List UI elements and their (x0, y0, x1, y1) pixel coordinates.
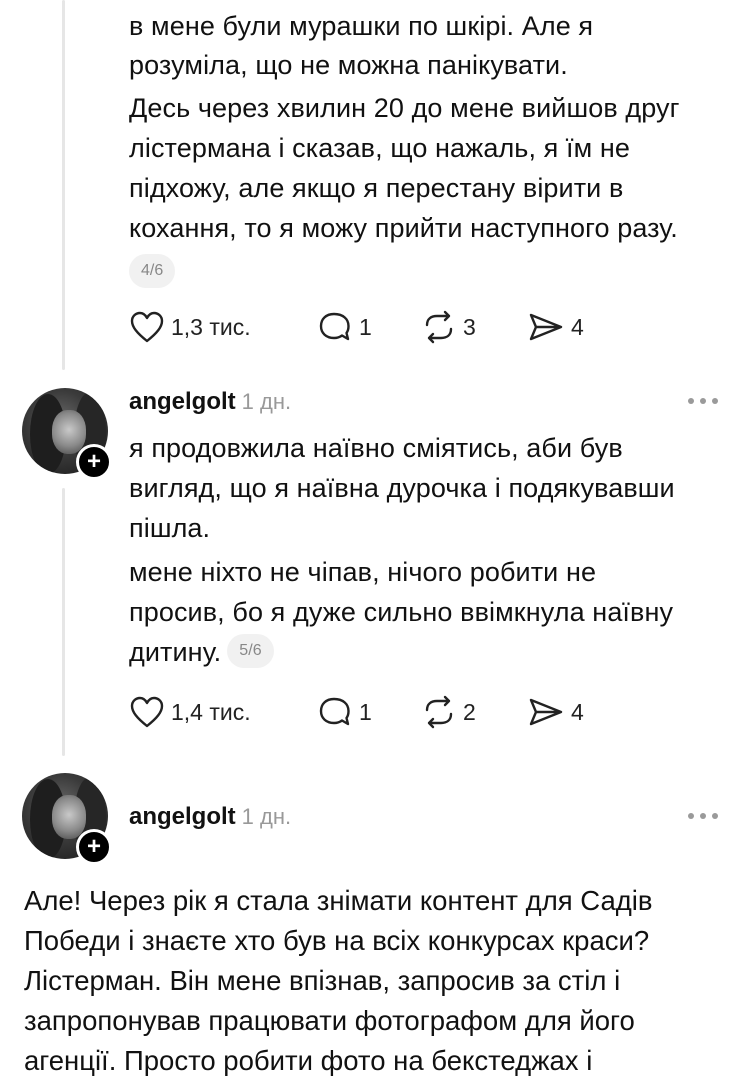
post-text-line: дитину. (129, 637, 222, 667)
username[interactable]: angelgolt (129, 388, 236, 415)
post-text-line: Лістерман. Він мене впізнав, запросив за… (24, 965, 621, 996)
action-bar: 1,4 тис. 1 2 4 (129, 692, 599, 732)
repost-count: 2 (463, 698, 476, 725)
comment-icon (319, 312, 350, 341)
post-text-line: просив, бо я дуже сильно ввімкнула наївн… (129, 597, 674, 627)
share-button[interactable]: 4 (527, 307, 584, 347)
timestamp: 1 дн. (241, 804, 292, 829)
post-text-line: вигляд, що я наївна дурочка і подякувавш… (129, 473, 675, 503)
share-count: 4 (571, 313, 584, 340)
like-button[interactable]: 1,3 тис. (129, 307, 251, 347)
thread-line-1 (62, 0, 65, 370)
post-text-last-line: дитину. 5/6 (129, 633, 274, 671)
post-text-line: я продовжила наївно сміятись, аби був (129, 433, 623, 463)
page-counter-badge: 5/6 (227, 633, 274, 668)
thread-line-2 (62, 488, 65, 756)
post-text-line: агенції. Просто робити фото на бекстеджа… (24, 1045, 593, 1076)
plus-icon: + (86, 833, 101, 860)
more-options-button[interactable] (688, 398, 718, 404)
more-dots-icon (688, 398, 694, 404)
reply-button[interactable]: 1 (317, 692, 372, 732)
timestamp: 1 дн. (241, 389, 292, 414)
plus-icon: + (86, 448, 101, 475)
more-options-button[interactable] (688, 813, 718, 819)
post-text-line: пішла. (129, 513, 211, 543)
more-dots-icon (688, 813, 694, 819)
reply-button[interactable]: 1 (317, 307, 372, 347)
repost-icon (425, 310, 453, 344)
post-text-line: Але! Через рік я стала знімати контент д… (24, 885, 653, 916)
comment-icon (319, 697, 350, 726)
post-text-line: кохання, то я можу прийти наступного раз… (129, 213, 678, 243)
send-icon (529, 698, 563, 726)
reply-count: 1 (359, 313, 372, 340)
share-button[interactable]: 4 (527, 692, 584, 732)
post-text-line: лістермана і сказав, що нажаль, я їм не (129, 133, 630, 163)
action-bar: 1,3 тис. 1 3 4 (129, 307, 599, 347)
username[interactable]: angelgolt (129, 803, 236, 830)
send-icon (529, 313, 563, 341)
repost-button[interactable]: 3 (421, 307, 476, 347)
post-text-line: в мене були мурашки по шкірі. Але я (129, 11, 594, 41)
post-text-line: запропонував працювати фотографом для йо… (24, 1005, 635, 1036)
follow-button[interactable]: + (76, 444, 112, 480)
heart-icon (130, 696, 164, 728)
post-header: angelgolt 1 дн. (129, 388, 291, 416)
post-text-line: підхожу, але якщо я перестану вірити в (129, 173, 624, 203)
page-counter-badge: 4/6 (129, 254, 176, 288)
post-text-line: мене ніхто не чіпав, нічого робити не (129, 557, 597, 587)
repost-icon (425, 695, 453, 729)
like-count: 1,3 тис. (171, 313, 251, 340)
post-text-line: Победи і знаєте хто був на всіх конкурса… (24, 925, 650, 956)
share-count: 4 (571, 698, 584, 725)
follow-button[interactable]: + (76, 829, 112, 865)
like-count: 1,4 тис. (171, 698, 251, 725)
post-text-line: розуміла, що не можна панікувати. (129, 50, 568, 80)
repost-count: 3 (463, 313, 476, 340)
heart-icon (130, 311, 164, 343)
post-text-line: Десь через хвилин 20 до мене вийшов друг (129, 93, 680, 123)
post-header: angelgolt 1 дн. (129, 803, 291, 831)
like-button[interactable]: 1,4 тис. (129, 692, 251, 732)
reply-count: 1 (359, 698, 372, 725)
repost-button[interactable]: 2 (421, 692, 476, 732)
